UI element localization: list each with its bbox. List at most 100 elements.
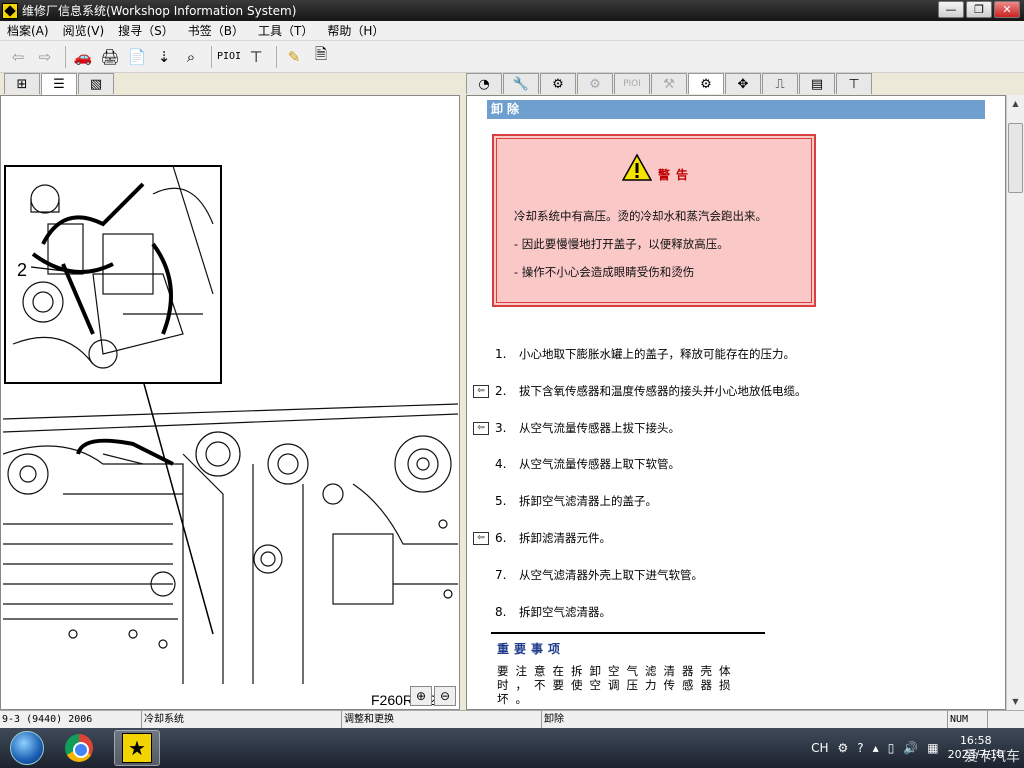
tab-tool[interactable]: ⚒ <box>651 73 687 94</box>
network-icon[interactable]: ▦ <box>927 741 938 755</box>
tree-icon: ⊞ <box>16 76 28 92</box>
ime-icon[interactable]: ⚙ <box>838 741 849 755</box>
step-text: 从空气滤清器外壳上取下进气软管。 <box>519 568 703 582</box>
warning-line: 冷却系统中有高压。烫的冷却水和蒸汽会跑出来。 <box>514 209 767 223</box>
zoom-in-icon[interactable]: ⊕ <box>410 686 432 706</box>
component-icon: ⎍ <box>775 76 785 92</box>
volume-icon[interactable]: 🔊 <box>903 741 918 755</box>
tab-parts[interactable]: ⚙ <box>577 73 613 94</box>
step-number: 6. <box>495 531 507 545</box>
stamp-icon[interactable]: ⊤ <box>244 45 268 69</box>
warning-line: - 操作不小心会造成眼睛受伤和烫伤 <box>514 265 695 279</box>
status-numlock: NUM <box>948 711 988 728</box>
step-number: 8. <box>495 605 507 619</box>
toolbar: ⇦ ⇨ 🚗 🖨 📄 ⇣ ⌕ PIOI ⊤ ✎ 🗎 <box>0 41 1024 73</box>
left-tab-row: ⊞ ☰ ▧ <box>4 73 115 95</box>
step-text: 拆卸空气滤清器。 <box>519 605 611 619</box>
tray-expand-icon[interactable]: ▴ <box>873 741 879 755</box>
procedure-step: ⇦ 3. 从空气流量传感器上拔下接头。 <box>467 418 987 438</box>
scroll-down-icon[interactable]: ▼ <box>1007 693 1024 710</box>
minimize-button[interactable]: — <box>938 1 964 18</box>
car-icon[interactable]: 🚗 <box>71 45 95 69</box>
step-number: 3. <box>495 421 507 435</box>
step-number: 4. <box>495 457 507 471</box>
step-link-icon[interactable]: ⇦ <box>473 531 489 545</box>
tab-text[interactable]: ☰ <box>41 73 77 95</box>
vertical-scrollbar[interactable]: ▲ ▼ <box>1006 95 1024 710</box>
warning-triangle-icon <box>622 152 652 181</box>
document-icon[interactable]: 📄 <box>125 45 149 69</box>
pioi-button[interactable]: PIOI <box>217 45 241 69</box>
procedure-step: 5. 拆卸空气滤清器上的盖子。 <box>467 491 987 511</box>
help-icon[interactable]: ? <box>857 741 863 755</box>
tab-pioi[interactable]: PIOI <box>614 73 650 94</box>
status-system: 冷却系统 <box>142 711 342 728</box>
taskbar-chrome[interactable] <box>56 730 102 766</box>
menu-view[interactable]: 阅览(V) <box>56 22 112 39</box>
scroll-thumb[interactable] <box>1008 123 1023 193</box>
start-button[interactable] <box>10 731 44 765</box>
procedure-step: ⇦ 2. 拔下含氧传感器和温度传感器的接头并小心地放低电缆。 <box>467 381 987 401</box>
engine-bay-illustration: 2 <box>3 164 458 686</box>
tab-tree[interactable]: ⊞ <box>4 73 40 94</box>
procedure-step: 1. 小心地取下膨胀水罐上的盖子，释放可能存在的压力。 <box>467 344 987 364</box>
close-button[interactable]: ✕ <box>994 1 1020 18</box>
image-icon: ▧ <box>89 76 103 92</box>
repair-icon: ⚙ <box>700 76 712 92</box>
procedure-step: ⇦ 6. 拆卸滤清器元件。 <box>467 528 987 548</box>
taskbar-wis[interactable]: ★ <box>114 730 160 766</box>
tab-repair[interactable]: ⚙ <box>688 73 724 94</box>
tab-gauge[interactable]: ◔ <box>466 73 502 94</box>
tab-hoist[interactable]: ⊤ <box>836 73 872 94</box>
menu-search[interactable]: 搜寻（S） <box>111 22 181 39</box>
warning-box: 警告 冷却系统中有高压。烫的冷却水和蒸汽会跑出来。 - 因此要慢慢地打开盖子，以… <box>492 134 816 307</box>
step-text: 拔下含氧传感器和温度传感器的接头并小心地放低电缆。 <box>519 384 807 398</box>
maximize-button[interactable]: ❐ <box>966 1 992 18</box>
tab-image[interactable]: ▧ <box>78 73 114 94</box>
pencil-icon[interactable]: ✎ <box>282 45 306 69</box>
warning-title: 警告 <box>658 168 695 182</box>
zoom-controls: ⊕ ⊖ <box>410 686 456 706</box>
toolbar-divider <box>276 45 277 68</box>
step-text: 拆卸空气滤清器上的盖子。 <box>519 494 657 508</box>
menu-bookmarks[interactable]: 书签（B） <box>181 22 251 39</box>
tab-move[interactable]: ✥ <box>725 73 761 94</box>
watermark: 爱卡汽车 <box>964 749 1020 765</box>
language-indicator[interactable]: CH <box>811 741 828 755</box>
back-arrow-icon[interactable]: ⇦ <box>6 45 30 69</box>
print-icon[interactable]: 🖨 <box>98 45 122 69</box>
chart-icon: ▤ <box>810 76 824 92</box>
menu-tools[interactable]: 工具（T） <box>251 22 320 39</box>
download-icon[interactable]: ⇣ <box>152 45 176 69</box>
device-icon[interactable]: ▯ <box>888 741 895 755</box>
step-link-icon[interactable]: ⇦ <box>473 384 489 398</box>
step-link-icon[interactable]: ⇦ <box>473 421 489 435</box>
step-text: 拆卸滤清器元件。 <box>519 531 611 545</box>
step-text: 从空气流量传感器上拔下接头。 <box>519 421 680 435</box>
note-icon[interactable]: 🗎 <box>309 45 333 69</box>
step-number: 1. <box>495 347 507 361</box>
document-pane: 卸除 警告 冷却系统中有高压。烫的冷却水和蒸汽会跑出来。 - 因此要慢慢地打开盖… <box>466 95 1006 710</box>
toolbar-divider <box>65 45 66 68</box>
tab-wrench[interactable]: 🔧 <box>503 73 539 94</box>
zoom-out-icon[interactable]: ⊖ <box>434 686 456 706</box>
tab-gears[interactable]: ⚙ <box>540 73 576 94</box>
warning-line: - 因此要慢慢地打开盖子，以便释放高压。 <box>514 237 729 251</box>
window-title: 维修厂信息系统(Workshop Information System) <box>22 4 297 18</box>
binoculars-icon[interactable]: ⌕ <box>179 45 203 69</box>
scroll-up-icon[interactable]: ▲ <box>1007 95 1024 112</box>
section-title: 卸除 <box>487 100 985 119</box>
wis-app-icon: ★ <box>122 733 152 763</box>
forward-arrow-icon[interactable]: ⇨ <box>33 45 57 69</box>
figure-callout: 2 <box>17 260 27 280</box>
menu-file[interactable]: 档案(A) <box>0 22 56 39</box>
menu-bar: 档案(A) 阅览(V) 搜寻（S） 书签（B） 工具（T） 帮助（H） <box>0 21 1024 41</box>
move-icon: ✥ <box>737 76 749 92</box>
status-model: 9-3 (9440) 2006 <box>0 711 142 728</box>
tab-component[interactable]: ⎍ <box>762 73 798 94</box>
status-task: 卸除 <box>542 711 948 728</box>
app-icon <box>2 2 18 19</box>
tab-chart[interactable]: ▤ <box>799 73 835 94</box>
menu-help[interactable]: 帮助（H） <box>320 22 391 39</box>
right-tab-row: ◔ 🔧 ⚙ ⚙ PIOI ⚒ ⚙ ✥ ⎍ ▤ ⊤ <box>466 73 873 95</box>
